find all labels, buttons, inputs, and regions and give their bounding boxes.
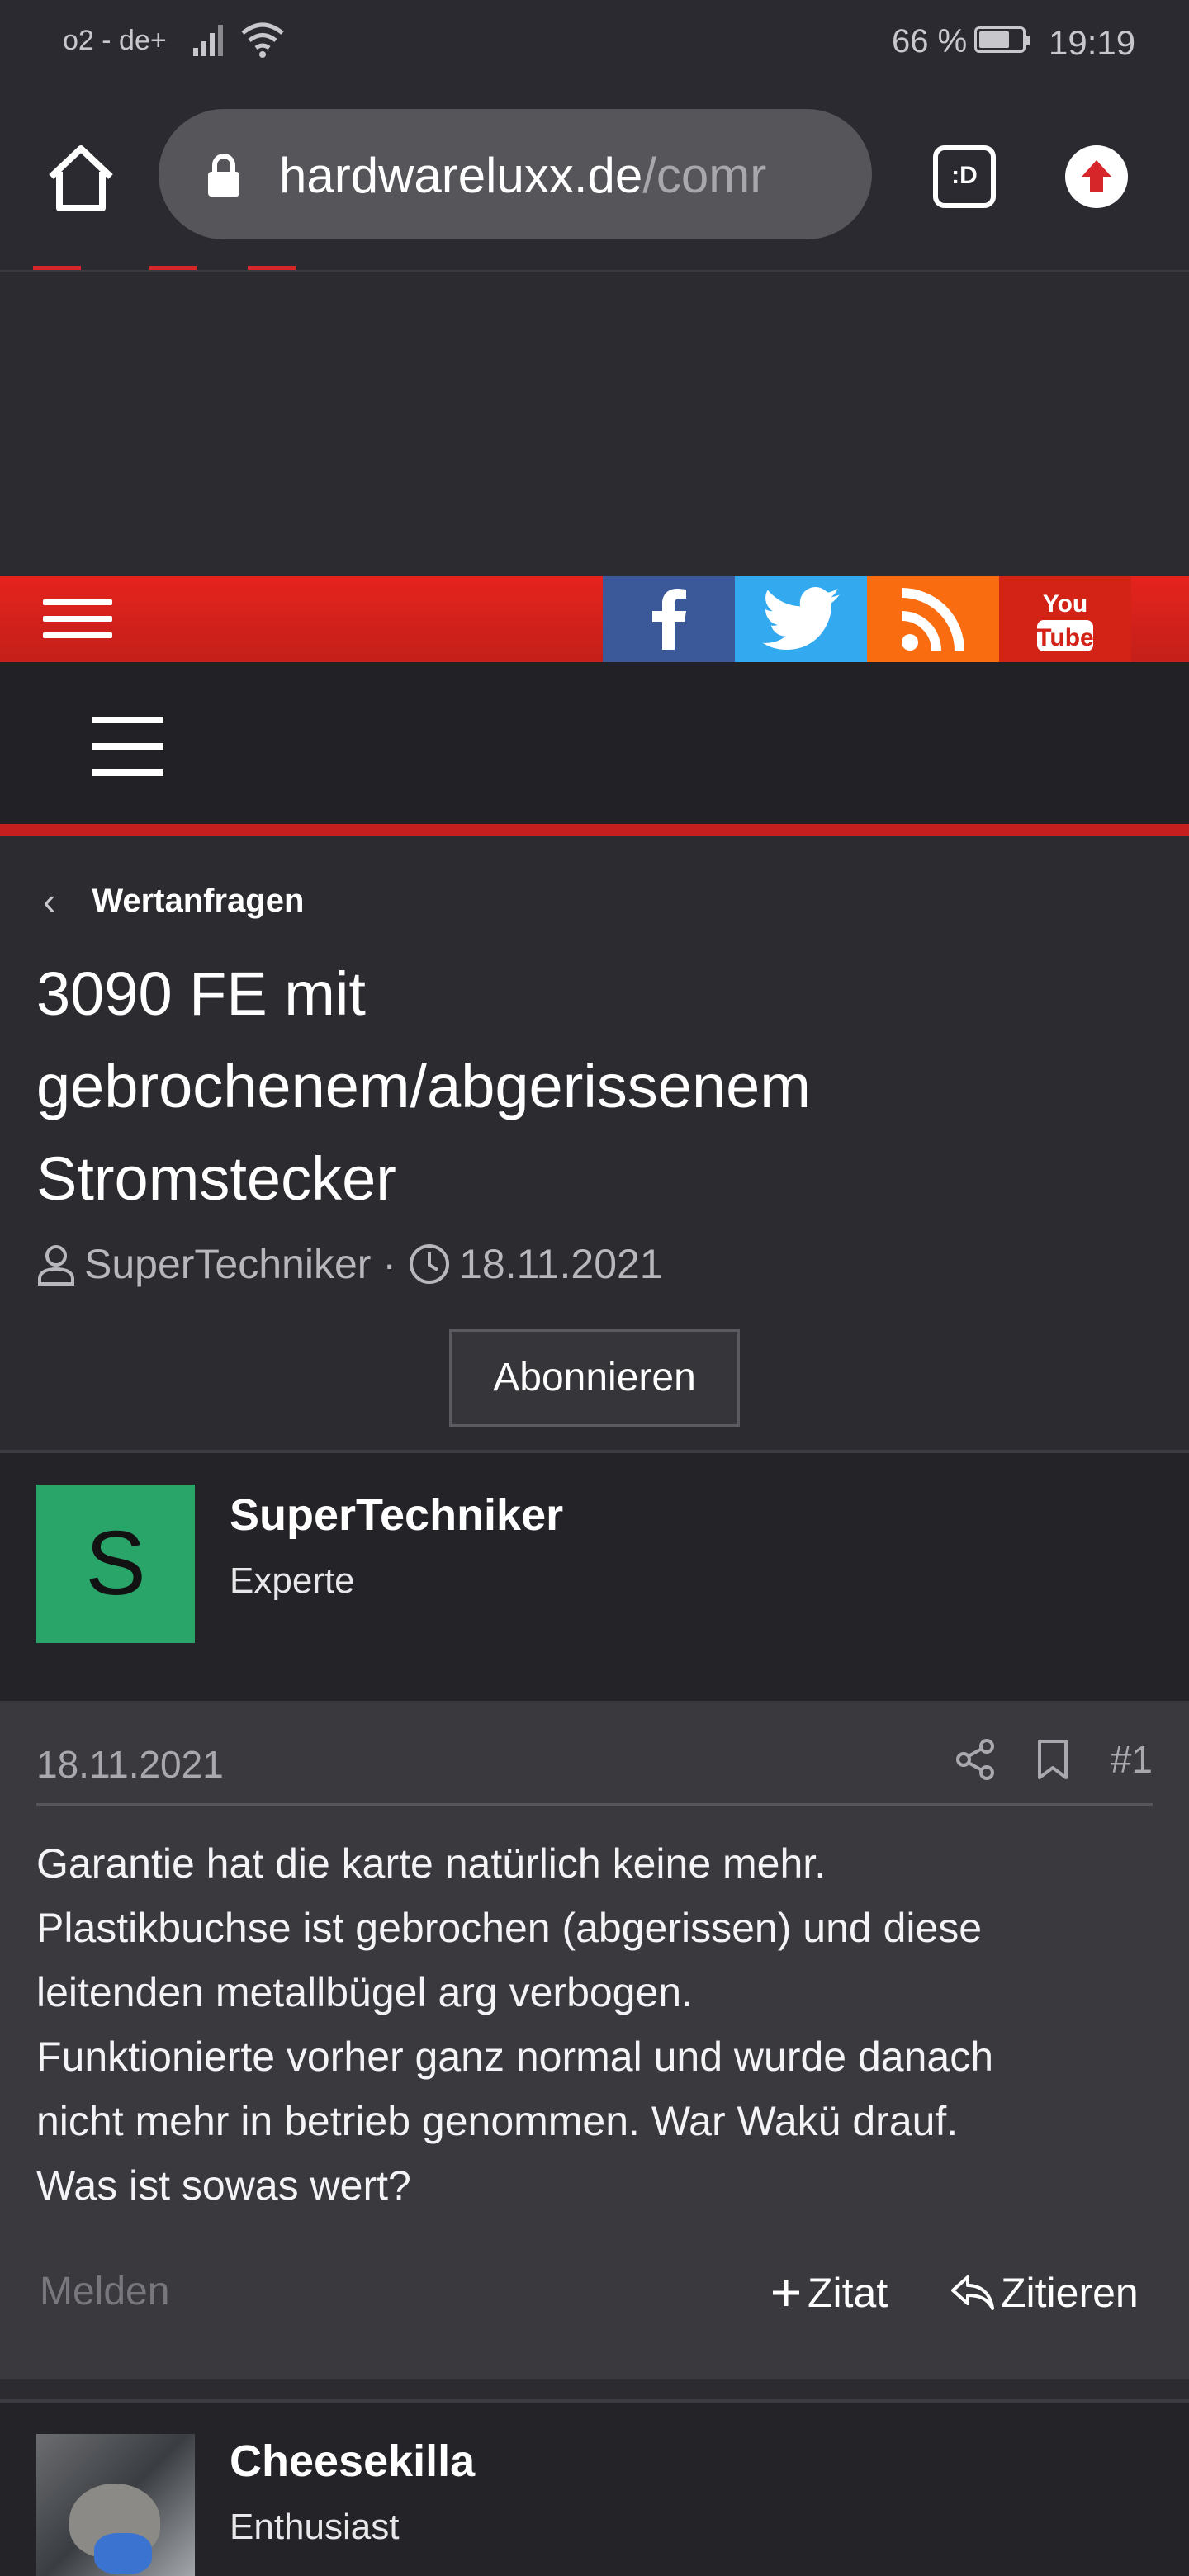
avatar[interactable]: S	[36, 1485, 195, 1643]
post-actions: #1	[914, 1737, 1153, 1782]
tab-switcher-button[interactable]: :D	[933, 145, 996, 208]
post-line: Garantie hat die karte natürlich keine m…	[36, 1840, 827, 1887]
home-icon[interactable]	[43, 140, 119, 216]
post-body: 18.11.2021 #1 Garantie hat die karte nat…	[0, 1701, 1189, 2379]
reply-button[interactable]: Zitieren	[950, 2269, 1139, 2317]
wifi-icon	[241, 22, 284, 58]
clock-icon	[410, 1244, 450, 1284]
multi-quote-label: Zitat	[808, 2270, 888, 2316]
plus-icon	[773, 2280, 799, 2306]
accent-divider	[0, 824, 1189, 836]
rss-icon[interactable]	[867, 576, 999, 662]
share-icon[interactable]	[955, 1738, 995, 1781]
ad-placeholder	[0, 272, 1189, 576]
post-user-block: Cheesekilla Enthusiast	[0, 2403, 1189, 2576]
post-line: nicht mehr in betrieb genommen. War Wakü…	[36, 2098, 959, 2144]
url-path: /comr	[642, 148, 767, 203]
social-bar: You Tube	[0, 576, 1189, 662]
reply-icon	[951, 2275, 994, 2310]
thread-date: 18.11.2021	[459, 1241, 663, 1287]
battery-icon	[974, 26, 1030, 53]
user-rank: Enthusiast	[230, 2507, 400, 2547]
clock: 19:19	[1049, 23, 1136, 62]
multi-quote-button[interactable]: Zitat	[770, 2269, 888, 2317]
breadcrumb[interactable]: ‹ Wertanfragen	[43, 878, 304, 923]
youtube-icon[interactable]: You Tube	[999, 576, 1131, 662]
post-line: Was ist sowas wert?	[36, 2162, 411, 2209]
chevron-left-icon: ‹	[43, 879, 56, 922]
site-menu-icon[interactable]	[43, 599, 112, 639]
bookmark-icon[interactable]	[1036, 1738, 1069, 1781]
post-footer: Melden Zitat Zitieren	[0, 2254, 1189, 2337]
status-bar: o2 - de+ 66 % 19:19	[0, 0, 1189, 83]
post-user-block: S SuperTechniker Experte	[0, 1453, 1189, 1701]
thread-title: 3090 FE mit gebrochenem/abgerissenem Str…	[36, 959, 811, 1213]
post-line: leitenden metallbügel arg verbogen.	[36, 1969, 693, 2015]
post-number[interactable]: #1	[1111, 1737, 1153, 1782]
url-bar[interactable]: hardwareluxx.de/comr	[159, 109, 872, 239]
post-message: Garantie hat die karte natürlich keine m…	[36, 1831, 1151, 2218]
forum-nav	[0, 662, 1189, 824]
url-host: hardwareluxx.de	[279, 148, 643, 203]
user-rank: Experte	[230, 1560, 355, 1601]
carrier-label: o2 - de+	[63, 25, 167, 56]
avatar[interactable]	[36, 2434, 195, 2576]
twitter-icon[interactable]	[735, 576, 867, 662]
subscribe-button[interactable]: Abonnieren	[449, 1329, 740, 1427]
report-link[interactable]: Melden	[40, 2269, 169, 2314]
thread-meta: SuperTechniker · 18.11.2021	[36, 1240, 663, 1288]
url-text: hardwareluxx.de/comr	[279, 147, 857, 204]
svg-text:Tube: Tube	[1036, 624, 1093, 651]
meta-separator: ·	[382, 1241, 397, 1287]
post-username[interactable]: SuperTechniker	[230, 1489, 563, 1541]
facebook-icon[interactable]	[603, 576, 735, 662]
hamburger-menu-icon[interactable]	[92, 717, 163, 776]
signal-icon	[193, 25, 223, 56]
post-date[interactable]: 18.11.2021	[36, 1742, 224, 1787]
svg-text:You: You	[1043, 590, 1087, 618]
breadcrumb-label: Wertanfragen	[92, 882, 305, 919]
post-line: Plastikbuchse ist gebrochen (abgerissen)…	[36, 1905, 983, 1951]
post-username[interactable]: Cheesekilla	[230, 2436, 475, 2487]
reply-label: Zitieren	[1001, 2270, 1139, 2316]
thread-author[interactable]: SuperTechniker	[84, 1240, 371, 1288]
lock-icon	[208, 154, 239, 197]
post-line: Funktionierte vorher ganz normal und wur…	[36, 2034, 994, 2080]
battery-percent: 66 %	[892, 23, 968, 59]
update-icon[interactable]	[1065, 145, 1128, 208]
browser-toolbar: hardwareluxx.de/comr :D	[0, 83, 1189, 272]
user-icon	[38, 1245, 74, 1286]
